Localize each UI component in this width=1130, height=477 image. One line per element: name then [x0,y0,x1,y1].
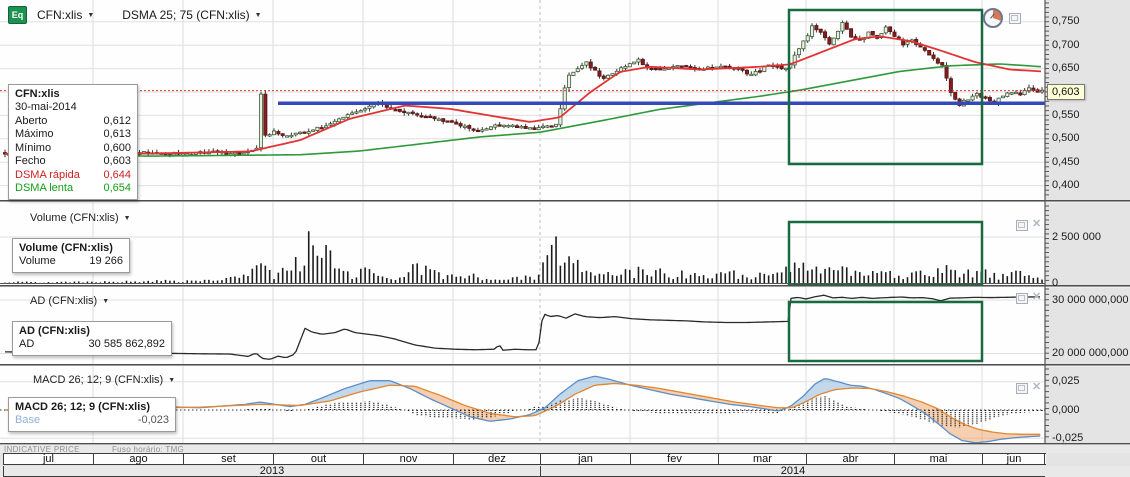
tooltip-row-label: Máximo [15,128,54,140]
volume-panel-dropdown[interactable]: Volume (CFN:xlis) ▼ [30,212,131,224]
tooltip-row: Fecho 0,603 [15,155,131,169]
toolbar: Eq CFN:xlis ▼ DSMA 25; 75 (CFN:xlis) ▼ [0,0,1045,30]
price-axis-label: 0,750 [1052,15,1080,28]
macd-axis-label: 0,000 [1052,403,1080,416]
chevron-down-icon: ▼ [254,11,262,19]
price-tooltip-title: CFN:xlis [15,88,60,100]
equity-badge-icon: Eq [8,6,27,24]
macd-panel-dropdown[interactable]: MACD 26; 12; 9 (CFN:xlis) ▼ [33,374,175,386]
tooltip-row: Máximo 0,613 [15,128,131,142]
month-cell: abr [806,453,894,465]
ad-panel-dropdown[interactable]: AD (CFN:xlis) ▼ [30,295,109,307]
restore-window-icon[interactable] [1016,220,1028,231]
price-tooltip: CFN:xlis 30-mai-2014 Aberto 0,612 Máximo 0,… [8,84,138,200]
price-axis-label: 0,400 [1052,179,1080,192]
clock-icon[interactable] [983,8,1003,28]
month-cell: set [183,453,273,465]
restore-window-icon[interactable] [1009,13,1021,24]
tooltip-row-label: AD [19,338,35,350]
macd-tooltip-title: MACD 26; 12; 9 (CFN:xlis) [15,401,151,413]
tooltip-row-value: -0,023 [137,414,169,426]
year-axis: 2013 2014 [0,465,1130,477]
overlay-selector[interactable]: DSMA 25; 75 (CFN:xlis) ▼ [118,6,265,24]
volume-axis-label: 0 [1052,277,1059,289]
last-price-marker: 0,603 [1047,84,1085,100]
restore-window-icon[interactable] [1016,293,1028,304]
month-cell: dez [453,453,540,465]
macd-axis-label: 0,025 [1052,375,1080,388]
ad-axis-label: 20 000 000,000 [1052,347,1129,359]
chevron-down-icon: ▼ [123,214,131,222]
ad-tooltip: AD (CFN:xlis) AD 30 585 862,892 [12,321,172,356]
macd-panel-title: MACD 26; 12; 9 (CFN:xlis) [33,374,164,386]
tooltip-row: Base -0,023 [15,414,169,428]
price-axis-label: 0,700 [1052,38,1080,51]
ad-axis-label: 30 000 000,000 [1052,293,1129,306]
chevron-down-icon: ▼ [102,297,110,305]
ad-tooltip-title: AD (CFN:xlis) [19,325,90,337]
month-axis-end [1044,453,1046,465]
price-axis-label: 0,500 [1052,132,1080,145]
macd-tooltip: MACD 26; 12; 9 (CFN:xlis) Base -0,023 [8,397,176,432]
month-cell: mai [894,453,982,465]
tooltip-row-value: 30 585 862,892 [88,338,165,350]
price-axis-label: 0,550 [1052,108,1080,121]
tooltip-row-label: Mínimo [15,141,52,154]
month-cell: nov [363,453,453,465]
price-axis-label: 0,450 [1052,155,1080,168]
tooltip-row-value: 19 266 [89,255,123,267]
month-cell: mar [718,453,806,465]
month-axis: jul ago set out nov dez jan fev mar abr mai jun [0,453,1130,466]
tooltip-row-value: 0,600 [103,141,131,154]
tooltip-row-value: 0,644 [103,168,131,181]
tooltip-row-value: 0,654 [103,182,131,194]
restore-window-icon[interactable] [1016,383,1028,394]
month-cell: fev [630,453,718,465]
tooltip-row-value: 0,612 [103,114,131,127]
symbol-selector-label: CFN:xlis [37,8,83,22]
tooltip-row-label: Fecho [15,155,46,167]
month-cell: jan [540,453,630,465]
macd-axis-label: -0,025 [1052,431,1084,444]
price-axis-label: 0,650 [1052,62,1080,75]
month-cell: jul [3,453,93,465]
tooltip-row-value: 0,603 [103,155,131,167]
chevron-down-icon: ▼ [87,11,95,19]
tooltip-row-label: DSMA lenta [15,182,74,194]
month-cell: out [273,453,363,465]
month-cell: jun [982,453,1045,465]
tooltip-row: Volume 19 266 [19,255,123,269]
tooltip-row: Mínimo 0,600 [15,142,131,156]
symbol-selector[interactable]: CFN:xlis ▼ [33,6,98,24]
chevron-down-icon: ▼ [168,376,176,384]
year-cell: 2014 [540,465,1045,477]
close-panel-icon[interactable]: ✕ [1032,382,1041,393]
tooltip-row-label: Base [15,414,41,426]
tooltip-row: AD 30 585 862,892 [19,338,165,352]
close-panel-icon[interactable]: ✕ [1032,219,1041,230]
volume-tooltip: Volume (CFN:xlis) Volume 19 266 [12,238,130,273]
tooltip-row-value: 0,613 [103,128,131,140]
volume-axis-label: 2 500 000 [1052,230,1101,243]
tooltip-row-label: DSMA rápida [15,168,80,181]
price-tooltip-date: 30-mai-2014 [15,101,77,113]
ad-panel-title: AD (CFN:xlis) [30,295,98,307]
month-cell: ago [93,453,183,465]
tooltip-row: Aberto 0,612 [15,115,131,129]
tooltip-row: DSMA rápida 0,644 [15,169,131,183]
volume-tooltip-title: Volume (CFN:xlis) [19,242,113,254]
tooltip-row-label: Aberto [15,114,48,127]
chart-application: Eq CFN:xlis ▼ DSMA 25; 75 (CFN:xlis) ▼ V… [0,0,1130,477]
close-panel-icon[interactable]: ✕ [1032,292,1041,303]
tooltip-row: DSMA lenta 0,654 [15,182,131,196]
overlay-selector-label: DSMA 25; 75 (CFN:xlis) [122,8,250,22]
volume-panel-title: Volume (CFN:xlis) [30,212,119,224]
year-cell: 2013 [3,465,540,477]
tooltip-row-label: Volume [19,255,56,267]
